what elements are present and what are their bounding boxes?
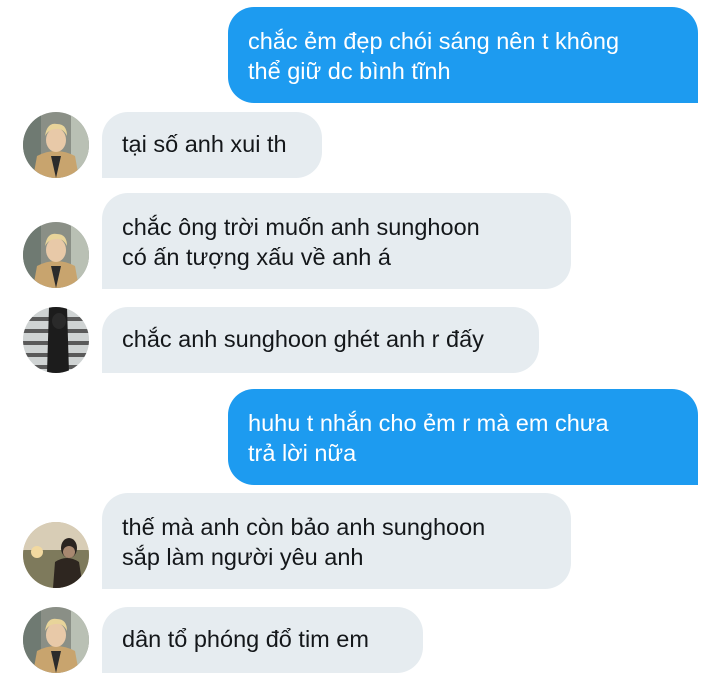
avatar-blond-suit-icon[interactable] (23, 607, 89, 673)
message-bubble-received[interactable]: chắc anh sunghoon ghét anh r đấy (102, 307, 539, 373)
avatar-sunset-portrait-icon[interactable] (23, 522, 89, 588)
message-bubble-received[interactable]: dân tổ phóng đổ tim em (102, 607, 423, 673)
message-text-line: chắc anh sunghoon ghét anh r đấy (122, 326, 484, 352)
message-text-line: thể giữ dc bình tĩnh (248, 58, 451, 84)
message-text-line: tại số anh xui th (122, 131, 287, 157)
message-bubble-sent[interactable]: huhu t nhắn cho ẻm r mà em chưa trả lời … (228, 389, 698, 485)
avatar-blond-suit-icon[interactable] (23, 112, 89, 178)
message-bubble-received[interactable]: tại số anh xui th (102, 112, 322, 178)
message-text-line: sắp làm người yêu anh (122, 544, 364, 570)
avatar-dark-window-icon[interactable] (23, 307, 89, 373)
message-bubble-received[interactable]: thế mà anh còn bảo anh sunghoon sắp làm … (102, 493, 571, 589)
message-bubble-sent[interactable]: chắc ẻm đẹp chói sáng nên t không thể gi… (228, 7, 698, 103)
message-text-line: huhu t nhắn cho ẻm r mà em chưa (248, 410, 609, 436)
message-text-line: chắc ẻm đẹp chói sáng nên t không (248, 28, 620, 54)
message-text-line: trả lời nữa (248, 440, 357, 466)
message-text-line: thế mà anh còn bảo anh sunghoon (122, 514, 486, 540)
message-bubble-received[interactable]: chắc ông trời muốn anh sunghoon có ấn tư… (102, 193, 571, 289)
message-text-line: chắc ông trời muốn anh sunghoon (122, 214, 480, 240)
message-text-line: có ấn tượng xấu về anh á (122, 244, 391, 270)
message-text-line: dân tổ phóng đổ tim em (122, 626, 369, 652)
avatar-blond-suit-icon[interactable] (23, 222, 89, 288)
